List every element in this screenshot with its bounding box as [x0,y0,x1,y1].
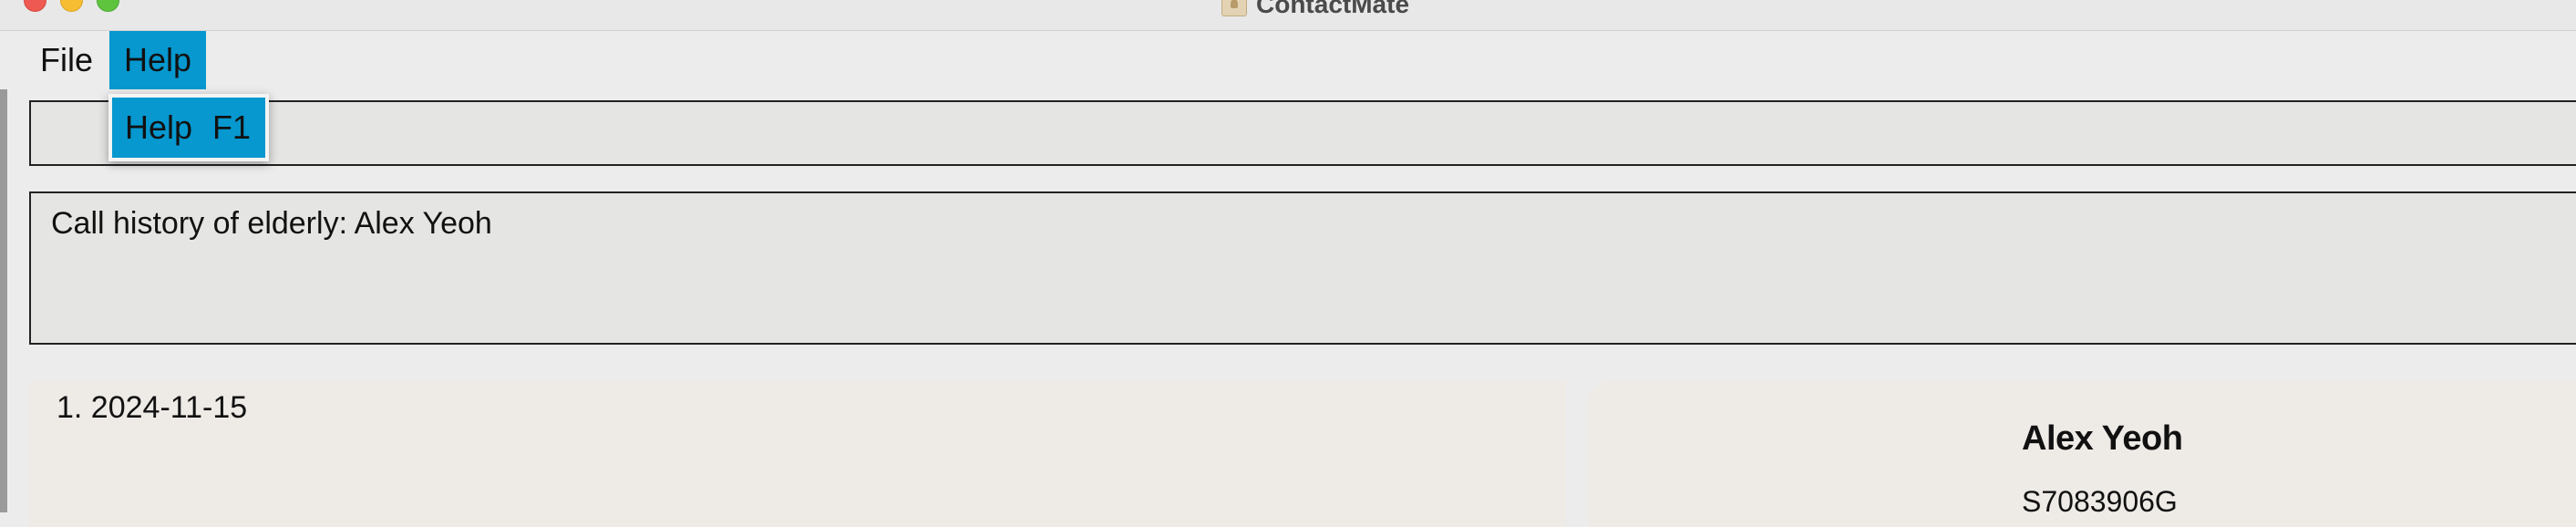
window-title: ContactMate [1256,0,1410,18]
call-history-panel: 1. 2024-11-15 [29,381,1566,527]
minimize-window-button[interactable] [60,0,83,12]
zoom-window-button[interactable] [97,0,119,12]
list-item[interactable]: 1. 2024-11-15 [57,390,247,426]
menu-item-help-accelerator: F1 [212,108,252,146]
menu-file[interactable]: File [26,31,108,89]
window-left-edge [0,31,7,512]
menu-help[interactable]: Help [109,31,207,89]
result-display-text: Call history of elderly: Alex Yeoh [51,206,492,241]
help-dropdown-menu: Help F1 [108,94,269,161]
menu-bar: File Help [0,31,2576,89]
person-nric: S7083906G [2022,485,2178,518]
contact-book-icon [1221,0,1247,16]
command-input[interactable] [29,100,2576,166]
person-name: Alex Yeoh [2022,419,2183,458]
window-title-area: ContactMate [1221,0,1409,18]
result-display: Call history of elderly: Alex Yeoh [29,191,2576,345]
close-window-button[interactable] [24,0,46,12]
window-titlebar: ContactMate [0,0,2576,31]
person-detail-panel: Alex Yeoh S7083906G [1588,381,2576,527]
menu-item-help[interactable]: Help F1 [112,98,265,158]
menu-item-help-label: Help [125,108,193,146]
